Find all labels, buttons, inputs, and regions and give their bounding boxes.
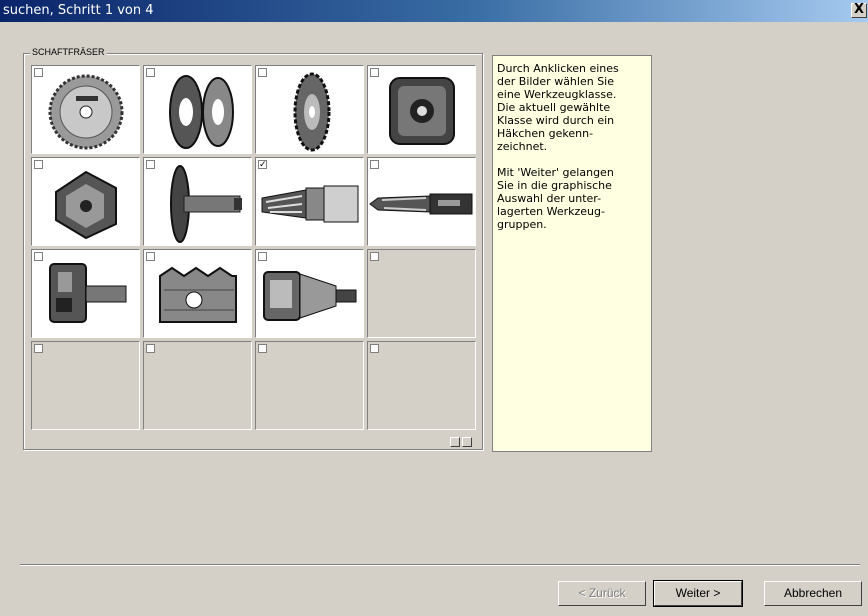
separator bbox=[20, 564, 860, 566]
tool-class-tile[interactable] bbox=[367, 341, 476, 430]
tile-checkbox[interactable] bbox=[34, 68, 43, 77]
group-label: SCHAFTFRÄSER bbox=[30, 47, 107, 57]
tool-class-tile[interactable] bbox=[143, 65, 252, 154]
tool-class-tile[interactable] bbox=[143, 249, 252, 338]
tool-class-tile[interactable]: ✓ bbox=[255, 157, 364, 246]
tool-class-tile[interactable] bbox=[367, 65, 476, 154]
tool-class-tile[interactable] bbox=[143, 341, 252, 430]
tool-class-tile[interactable] bbox=[367, 249, 476, 338]
tile-checkbox[interactable] bbox=[370, 252, 379, 261]
tool-class-tile[interactable] bbox=[143, 157, 252, 246]
tool-class-tile[interactable] bbox=[255, 249, 364, 338]
tool-class-tile[interactable] bbox=[31, 249, 140, 338]
page-forward-icon[interactable] bbox=[462, 437, 472, 447]
tile-checkbox[interactable] bbox=[146, 160, 155, 169]
tile-checkbox[interactable] bbox=[34, 252, 43, 261]
tile-checkbox[interactable] bbox=[34, 160, 43, 169]
back-button[interactable]: < Zurück bbox=[558, 581, 646, 606]
cancel-button[interactable]: Abbrechen bbox=[764, 581, 862, 606]
tile-checkbox[interactable] bbox=[146, 344, 155, 353]
tool-class-tile[interactable] bbox=[31, 341, 140, 430]
tile-checkbox[interactable] bbox=[34, 344, 43, 353]
title-bar: suchen, Schritt 1 von 4 X bbox=[0, 0, 868, 22]
tool-class-tile[interactable] bbox=[367, 157, 476, 246]
tile-checkbox[interactable] bbox=[146, 68, 155, 77]
tile-checkbox[interactable] bbox=[370, 160, 379, 169]
tile-checkbox[interactable] bbox=[370, 68, 379, 77]
tile-checkbox[interactable]: ✓ bbox=[258, 160, 267, 169]
help-text: Durch Anklicken eines der Bilder wählen … bbox=[492, 55, 652, 452]
page-back-icon[interactable] bbox=[450, 437, 460, 447]
tile-checkbox[interactable] bbox=[258, 252, 267, 261]
next-button[interactable]: Weiter > bbox=[653, 580, 743, 607]
tool-class-tile[interactable] bbox=[255, 341, 364, 430]
tool-class-tile[interactable] bbox=[31, 65, 140, 154]
tool-class-tile[interactable] bbox=[255, 65, 364, 154]
window-title: suchen, Schritt 1 von 4 bbox=[3, 3, 154, 18]
close-button[interactable]: X bbox=[851, 3, 867, 18]
tool-class-tile[interactable] bbox=[31, 157, 140, 246]
tile-checkbox[interactable] bbox=[258, 68, 267, 77]
tile-checkbox[interactable] bbox=[258, 344, 267, 353]
tile-checkbox[interactable] bbox=[146, 252, 155, 261]
tile-checkbox[interactable] bbox=[370, 344, 379, 353]
